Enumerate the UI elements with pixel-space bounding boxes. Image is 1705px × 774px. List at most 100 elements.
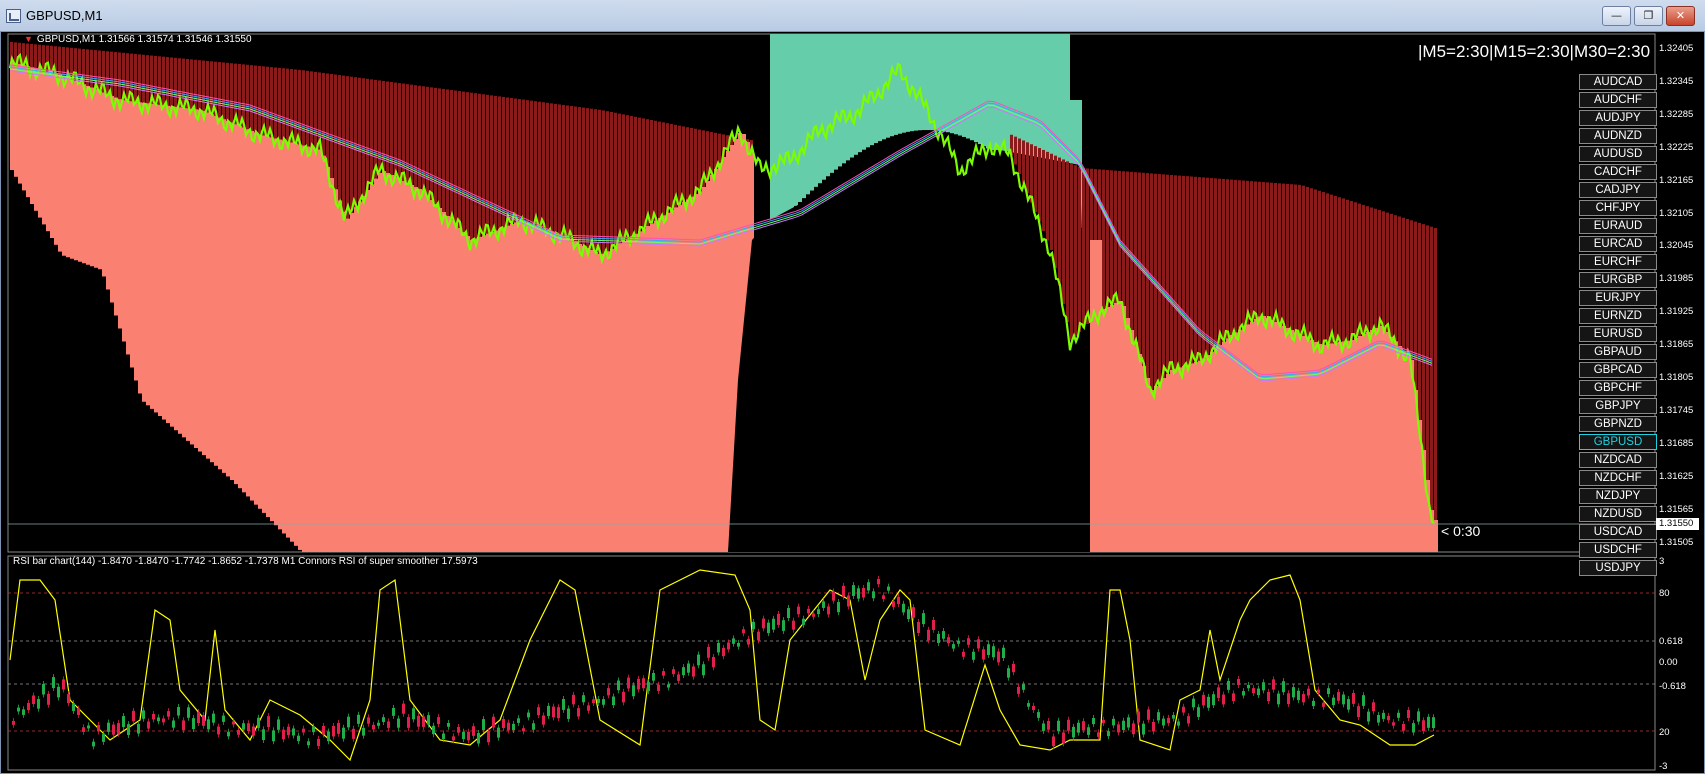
salmon-bar [458,228,462,552]
symbol-button-eurgbp[interactable]: EURGBP [1579,272,1657,288]
symbol-button-gbpnzd[interactable]: GBPNZD [1579,416,1657,432]
salmon-bar [378,172,382,552]
salmon-bar [1250,321,1254,552]
symbol-button-chfjpy[interactable]: CHFJPY [1579,200,1657,216]
envelope-bar [1310,188,1313,340]
symbol-button-audcad[interactable]: AUDCAD [1579,74,1657,90]
rsi-bar [122,716,125,728]
salmon-bar [1354,338,1358,552]
salmon-bar [434,204,438,552]
envelope-bar [1434,228,1437,520]
symbol-button-gbpcad[interactable]: GBPCAD [1579,362,1657,378]
salmon-bar [42,70,46,225]
rsi-bar [572,694,575,705]
symbol-button-usdjpy[interactable]: USDJPY [1579,560,1657,576]
salmon-bar [246,129,250,497]
envelope-bar [718,133,721,163]
salmon-bar [1270,320,1274,552]
rsi-bar [252,726,255,736]
rsi-bar [1282,681,1285,693]
envelope-bar [170,57,173,107]
timeframes-label: |M5=2:30|M15=2:30|M30=2:30 [1418,42,1651,61]
symbol-button-gbpaud[interactable]: GBPAUD [1579,344,1657,360]
symbol-button-nzdcad[interactable]: NZDCAD [1579,452,1657,468]
rsi-bar [397,718,400,728]
rsi-bar [87,725,90,729]
symbol-button-gbpchf[interactable]: GBPCHF [1579,380,1657,396]
symbol-button-eurjpy[interactable]: EURJPY [1579,290,1657,306]
rsi-bar [742,629,745,634]
envelope-bar [1394,215,1397,342]
symbol-button-usdcad[interactable]: USDCAD [1579,524,1657,540]
symbol-button-eurnzd[interactable]: EURNZD [1579,308,1657,324]
envelope-bar [370,79,373,185]
rsi-bar [1312,700,1315,707]
envelope-bar [1418,222,1421,420]
salmon-bar [686,199,690,553]
envelope-bar [470,92,473,241]
rsi-bar [522,728,525,732]
chart-info-line[interactable]: ▼ GBPUSD,M1 1.31566 1.31574 1.31546 1.315… [24,34,252,45]
envelope-bar [1326,193,1329,344]
envelope-bar [434,87,437,204]
salmon-bar [646,226,650,552]
rsi-bar [747,638,750,645]
symbol-button-nzdjpy[interactable]: NZDJPY [1579,488,1657,504]
symbol-button-cadchf[interactable]: CADCHF [1579,164,1657,180]
salmon-bar [702,187,706,552]
teal-bar [826,34,830,177]
rsi-bar [402,703,405,714]
teal-bar [930,34,934,131]
salmon-bar [1370,330,1374,552]
salmon-bar [106,94,110,290]
rsi-bar [547,705,550,717]
symbol-button-gbpusd[interactable]: GBPUSD [1579,434,1657,450]
envelope-bar [1266,182,1269,318]
salmon-bar [146,103,150,406]
envelope-bar [1082,168,1085,328]
salmon-bar [574,242,578,552]
symbol-button-audchf[interactable]: AUDCHF [1579,92,1657,108]
salmon-bar [610,248,614,552]
salmon-bar [582,246,586,552]
salmon-bar [466,236,470,552]
envelope-bar [58,46,61,75]
envelope-bar [1334,195,1337,343]
salmon-bar [1234,332,1238,552]
teal-bar [794,34,798,206]
rsi-bar [902,603,905,613]
rsi-bar [1377,715,1380,723]
symbol-button-eurusd[interactable]: EURUSD [1579,326,1657,342]
teal-bar [862,34,866,150]
dropdown-arrow-icon[interactable]: ▼ [24,34,33,44]
salmon-bar [402,181,406,552]
envelope-bar [1222,178,1225,342]
salmon-bar [290,142,294,542]
price-tick-label: 1.32045 [1659,240,1694,252]
symbol-button-nzdchf[interactable]: NZDCHF [1579,470,1657,486]
symbol-button-euraud[interactable]: EURAUD [1579,218,1657,234]
symbol-button-nzdusd[interactable]: NZDUSD [1579,506,1657,522]
symbol-button-cadjpy[interactable]: CADJPY [1579,182,1657,198]
rsi-bar [367,717,370,724]
symbol-button-eurcad[interactable]: EURCAD [1579,236,1657,252]
teal-bar [878,34,882,142]
rsi-bar [832,591,835,601]
price-tick-label: 1.31685 [1659,437,1694,449]
salmon-bar [470,240,474,552]
envelope-bar [474,93,477,239]
symbol-button-eurchf[interactable]: EURCHF [1579,254,1657,270]
rsi-bar [1367,711,1370,722]
rsi-bar [162,718,165,723]
teal-bar [786,34,790,214]
salmon-bar [302,145,306,552]
symbol-button-audusd[interactable]: AUDUSD [1579,146,1657,162]
rsi-bar [407,717,410,728]
symbol-button-usdchf[interactable]: USDCHF [1579,542,1657,558]
symbol-button-audjpy[interactable]: AUDJPY [1579,110,1657,126]
envelope-bar [506,97,509,226]
rsi-bar [197,712,200,724]
symbol-button-audnzd[interactable]: AUDNZD [1579,128,1657,144]
symbol-button-gbpjpy[interactable]: GBPJPY [1579,398,1657,414]
connors-rsi-line [9,569,1435,762]
